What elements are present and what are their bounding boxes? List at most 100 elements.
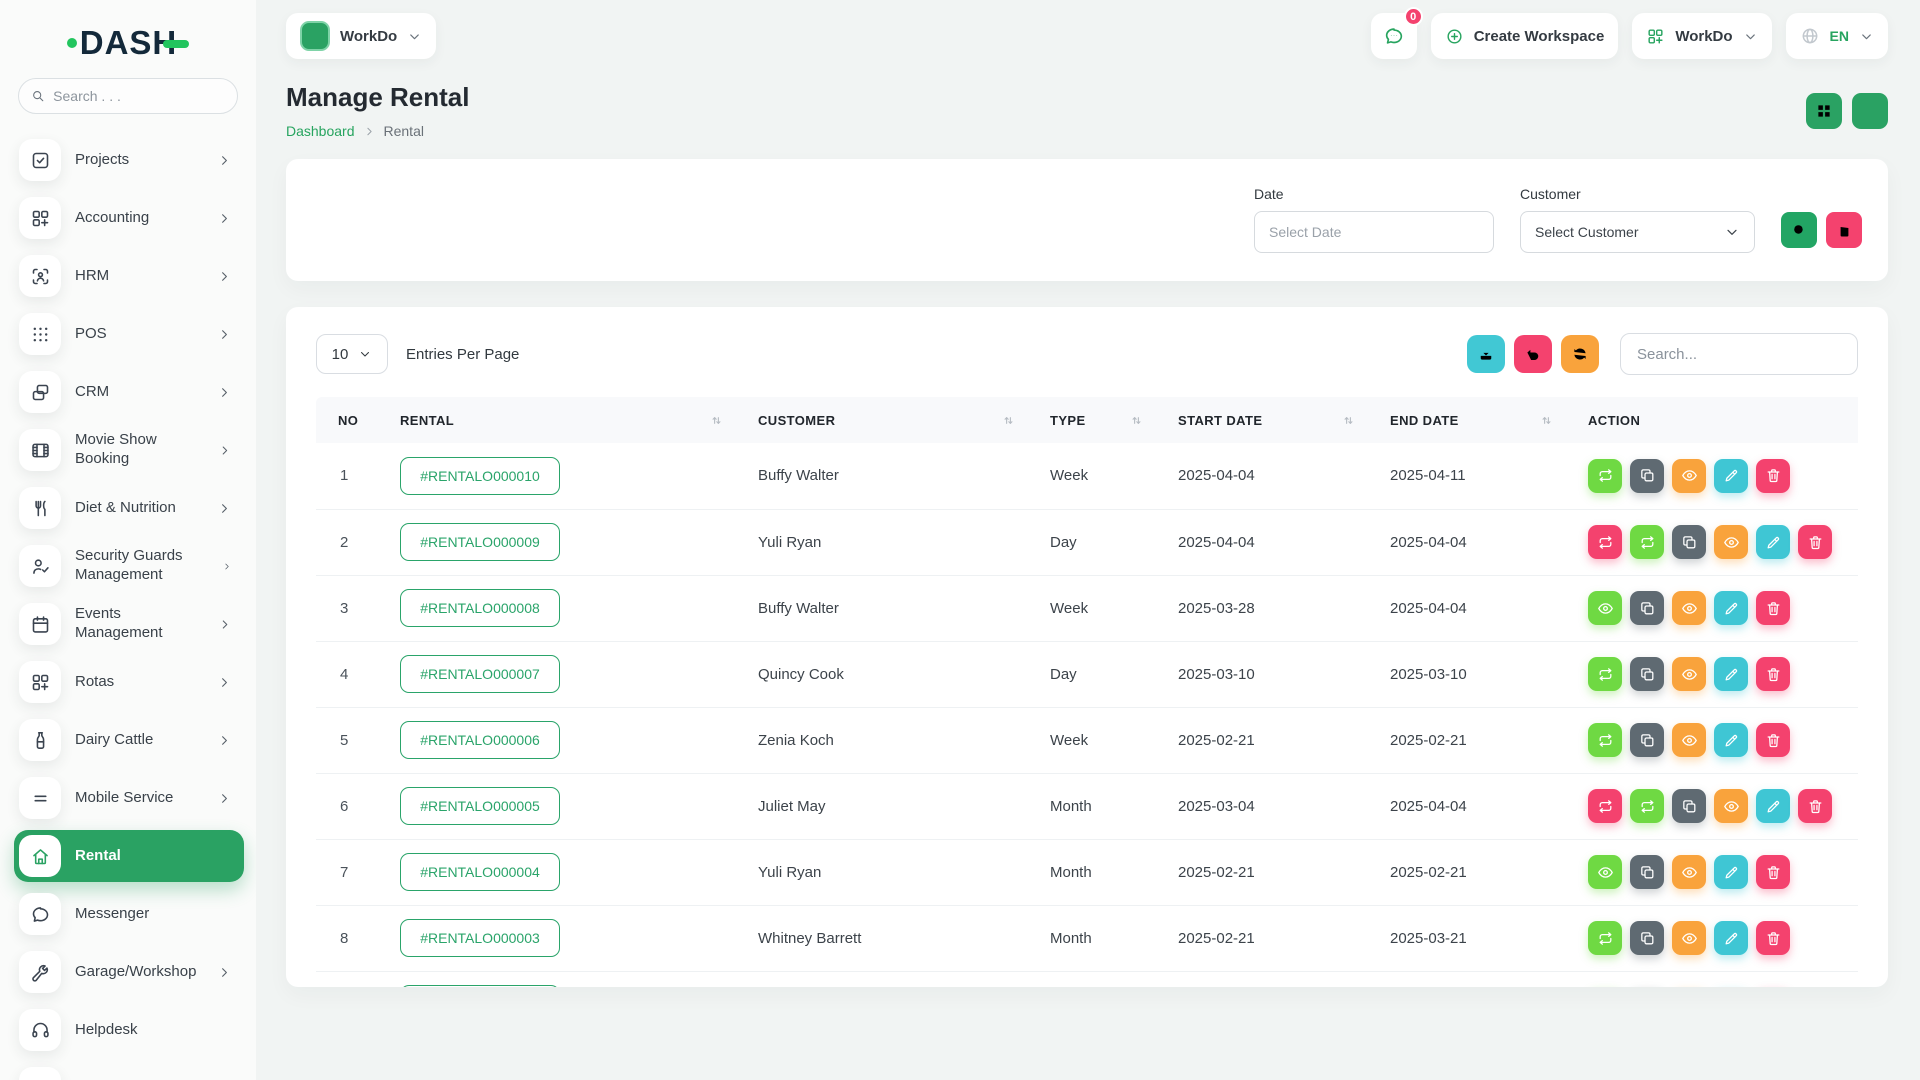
column-header-customer[interactable]: CUSTOMER — [758, 397, 1050, 443]
workdo-menu[interactable]: WorkDo — [1632, 13, 1771, 59]
edit-button[interactable] — [1714, 921, 1748, 955]
edit-button[interactable] — [1714, 723, 1748, 757]
delete-button[interactable] — [1756, 723, 1790, 757]
rental-id-link[interactable]: #RENTALO000005 — [400, 787, 560, 825]
view-button[interactable] — [1672, 657, 1706, 691]
sidebar-item-accounting[interactable]: Accounting — [14, 192, 244, 244]
workspace-switcher[interactable]: WorkDo — [286, 13, 436, 59]
view-button[interactable] — [1672, 855, 1706, 889]
duplicate-button[interactable] — [1630, 591, 1664, 625]
sidebar-item-messenger[interactable]: Messenger — [14, 888, 244, 940]
delete-button[interactable] — [1756, 459, 1790, 493]
sidebar-item-mobile-service[interactable]: Mobile Service — [14, 772, 244, 824]
sidebar-search-input[interactable] — [53, 88, 225, 104]
sidebar-item-dairy-cattle[interactable]: Dairy Cattle — [14, 714, 244, 766]
rental-id-link[interactable]: #RENTALO000004 — [400, 853, 560, 891]
sidebar-item-events-management[interactable]: Events Management — [14, 598, 244, 650]
sidebar-item-garage-workshop[interactable]: Garage/Workshop — [14, 946, 244, 998]
type-cell: Week — [1050, 707, 1178, 773]
rental-id-link[interactable]: #RENTALO000009 — [400, 523, 560, 561]
breadcrumb-dashboard[interactable]: Dashboard — [286, 123, 355, 139]
rental-id-link[interactable]: #RENTALO000002 — [400, 985, 560, 987]
duplicate-button[interactable] — [1630, 921, 1664, 955]
rental-id-link[interactable]: #RENTALO000010 — [400, 457, 560, 495]
refresh-button[interactable] — [1561, 335, 1599, 373]
sidebar-item-movie-show-booking[interactable]: Movie Show Booking — [14, 424, 244, 476]
edit-button[interactable] — [1714, 855, 1748, 889]
duplicate-button[interactable] — [1630, 855, 1664, 889]
delete-button[interactable] — [1756, 921, 1790, 955]
undo-button[interactable] — [1514, 335, 1552, 373]
filter-search-button[interactable] — [1781, 212, 1817, 248]
sidebar-item-projects[interactable]: Projects — [14, 134, 244, 186]
edit-button[interactable] — [1714, 459, 1748, 493]
sort-icon[interactable] — [709, 413, 724, 428]
delete-button[interactable] — [1756, 855, 1790, 889]
delete-button[interactable] — [1798, 525, 1832, 559]
add-rental-button[interactable] — [1852, 93, 1888, 129]
table-search-input[interactable] — [1620, 333, 1858, 375]
sidebar-item-crm[interactable]: CRM — [14, 366, 244, 418]
convert-button[interactable] — [1588, 921, 1622, 955]
grid-view-button[interactable] — [1806, 93, 1842, 129]
convert-button[interactable] — [1588, 723, 1622, 757]
export-button[interactable] — [1467, 335, 1505, 373]
sidebar-item-pos[interactable]: POS — [14, 308, 244, 360]
sort-icon[interactable] — [1539, 413, 1554, 428]
view-button[interactable] — [1672, 921, 1706, 955]
duplicate-button[interactable] — [1672, 525, 1706, 559]
filter-reset-button[interactable] — [1826, 212, 1862, 248]
rental-id-link[interactable]: #RENTALO000006 — [400, 721, 560, 759]
view-button[interactable] — [1672, 723, 1706, 757]
rental-id-link[interactable]: #RENTALO000008 — [400, 589, 560, 627]
edit-button[interactable] — [1714, 591, 1748, 625]
sort-icon[interactable] — [1129, 413, 1144, 428]
duplicate-button[interactable] — [1630, 723, 1664, 757]
convert-button[interactable] — [1588, 459, 1622, 493]
sidebar-item-rotas[interactable]: Rotas — [14, 656, 244, 708]
delete-button[interactable] — [1798, 789, 1832, 823]
view-button[interactable] — [1588, 855, 1622, 889]
date-filter-input[interactable] — [1254, 211, 1494, 253]
sidebar-item-security-guards-management[interactable]: Security Guards Management — [14, 540, 244, 592]
rental-id-link[interactable]: #RENTALO000003 — [400, 919, 560, 957]
view-button[interactable] — [1714, 525, 1748, 559]
language-selector[interactable]: EN — [1786, 13, 1888, 59]
edit-button[interactable] — [1714, 657, 1748, 691]
view-button[interactable] — [1588, 591, 1622, 625]
view-button[interactable] — [1672, 459, 1706, 493]
sidebar-item-label: Helpdesk — [75, 1021, 138, 1040]
customer-filter-select[interactable]: Select Customer — [1520, 211, 1755, 253]
rental-id-link[interactable]: #RENTALO000007 — [400, 655, 560, 693]
convert-button[interactable] — [1630, 525, 1664, 559]
edit-button[interactable] — [1756, 525, 1790, 559]
column-header-end-date[interactable]: END DATE — [1390, 397, 1588, 443]
convert-button[interactable] — [1588, 789, 1622, 823]
messages-button[interactable]: 0 — [1371, 13, 1417, 59]
brand-logo[interactable]: DASH — [0, 24, 256, 62]
sidebar-item-hrm[interactable]: HRM — [14, 250, 244, 302]
view-button[interactable] — [1672, 591, 1706, 625]
page-size-select[interactable]: 10 — [316, 334, 388, 374]
sidebar-item-helpdesk[interactable]: Helpdesk — [14, 1004, 244, 1056]
column-header-type[interactable]: TYPE — [1050, 397, 1178, 443]
sidebar-item-settings[interactable]: Settings — [14, 1062, 244, 1080]
column-header-start-date[interactable]: START DATE — [1178, 397, 1390, 443]
duplicate-button[interactable] — [1630, 459, 1664, 493]
duplicate-button[interactable] — [1630, 657, 1664, 691]
column-header-rental[interactable]: RENTAL — [400, 397, 758, 443]
sort-icon[interactable] — [1001, 413, 1016, 428]
view-button[interactable] — [1714, 789, 1748, 823]
sidebar-item-rental[interactable]: Rental — [14, 830, 244, 882]
delete-button[interactable] — [1756, 657, 1790, 691]
sort-icon[interactable] — [1341, 413, 1356, 428]
duplicate-button[interactable] — [1672, 789, 1706, 823]
convert-button[interactable] — [1588, 525, 1622, 559]
convert-button[interactable] — [1630, 789, 1664, 823]
sidebar-item-diet-nutrition[interactable]: Diet & Nutrition — [14, 482, 244, 534]
create-workspace-button[interactable]: Create Workspace — [1431, 13, 1619, 59]
delete-button[interactable] — [1756, 591, 1790, 625]
edit-button[interactable] — [1756, 789, 1790, 823]
convert-button[interactable] — [1588, 657, 1622, 691]
workdo-menu-label: WorkDo — [1675, 28, 1732, 45]
